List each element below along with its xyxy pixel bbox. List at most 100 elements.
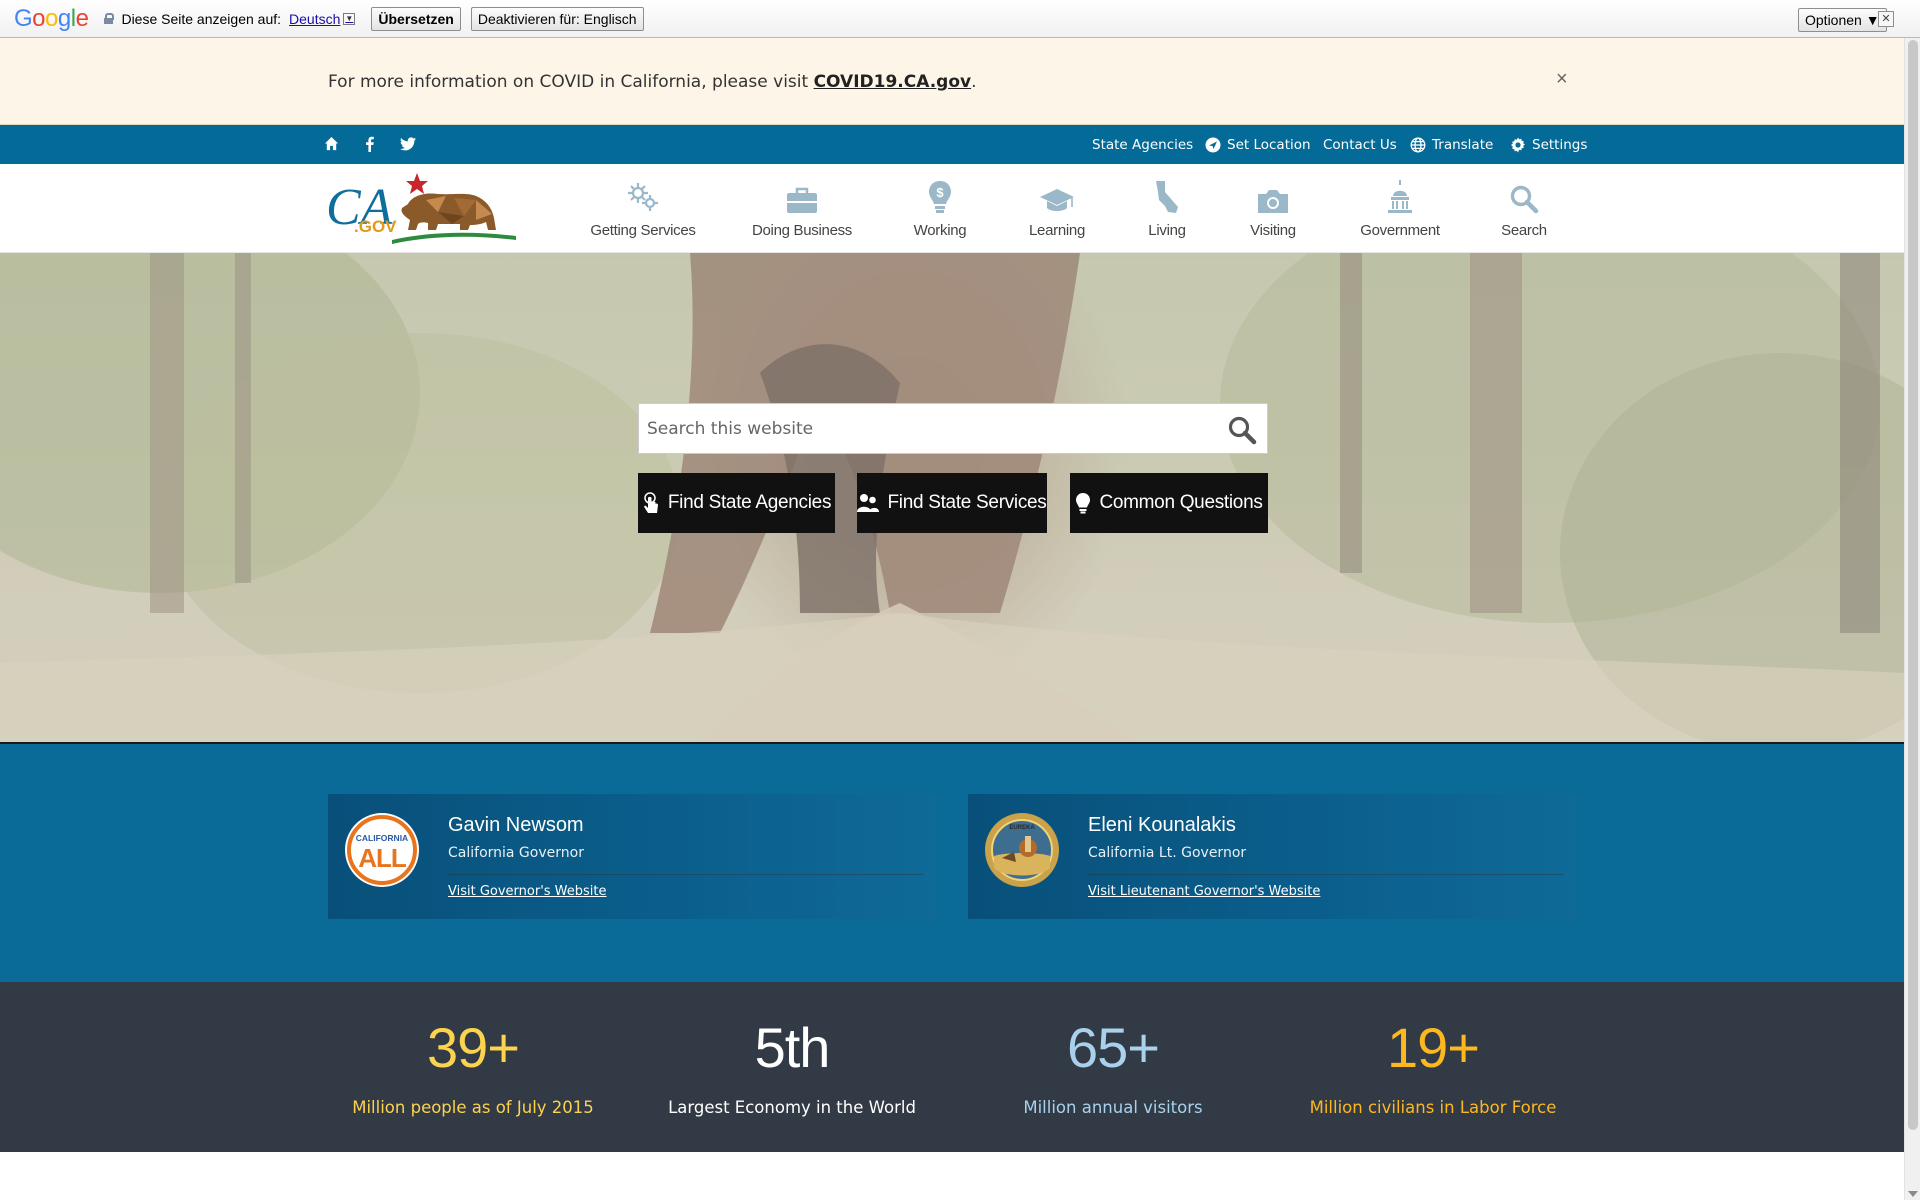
- ca-gov-logo[interactable]: CA .GOV: [326, 170, 516, 244]
- bear-icon: [401, 193, 496, 230]
- nav-label: Living: [1148, 222, 1186, 239]
- seal-text: EUREKA: [1009, 825, 1035, 831]
- alert-text: For more information on COVID in Califor…: [328, 72, 977, 92]
- stat-visitors: 65+ Million annual visitors: [963, 1018, 1263, 1118]
- language-select[interactable]: Deutsch ▼: [289, 10, 356, 27]
- twitter-icon[interactable]: [400, 137, 416, 156]
- translate-link[interactable]: Translate: [1410, 137, 1493, 153]
- close-translate-bar-button[interactable]: ✕: [1878, 11, 1894, 27]
- nav-living[interactable]: Living: [1138, 176, 1196, 239]
- translate-bar: Google Diese Seite anzeigen auf: Deutsch…: [0, 0, 1920, 38]
- translate-label: Translate: [1432, 137, 1494, 153]
- official-name: Gavin Newsom: [448, 814, 584, 836]
- button-label: Find State Services: [887, 492, 1047, 513]
- facebook-icon[interactable]: [365, 136, 374, 157]
- stat-value: 5th: [754, 1016, 831, 1079]
- find-state-agencies-button[interactable]: Find State Agencies: [638, 473, 835, 533]
- stat-description: Million annual visitors: [1023, 1098, 1203, 1117]
- utility-bar: State Agencies Set Location Contact Us T…: [0, 125, 1904, 164]
- location-icon: [1205, 137, 1221, 153]
- language-value: Deutsch: [289, 10, 341, 27]
- scrollbar-thumb[interactable]: [1908, 40, 1918, 1130]
- state-agencies-link[interactable]: State Agencies: [1092, 137, 1193, 153]
- visit-governor-link[interactable]: Visit Governor's Website: [448, 884, 607, 899]
- covid-link[interactable]: COVID19.CA.gov: [814, 72, 972, 92]
- camera-icon: [1258, 190, 1288, 213]
- stat-description: Million people as of July 2015: [352, 1098, 594, 1117]
- badge-main-text: ALL: [358, 843, 407, 873]
- site-search: [638, 403, 1268, 454]
- set-location-link[interactable]: Set Location: [1205, 137, 1311, 153]
- button-label: Find State Agencies: [667, 492, 832, 513]
- stat-description: Million civilians in Labor Force: [1309, 1098, 1557, 1117]
- stat-description: Largest Economy in the World: [668, 1098, 916, 1117]
- stat-economy: 5th Largest Economy in the World: [642, 1016, 942, 1118]
- button-label: Common Questions: [1099, 492, 1263, 513]
- nav-government[interactable]: Government: [1356, 176, 1444, 239]
- find-state-services-button[interactable]: Find State Services: [857, 473, 1047, 533]
- nav-label: Government: [1360, 222, 1440, 239]
- california-seal-logo: EUREKA: [984, 812, 1060, 888]
- california-all-logo: CALIFORNIA ALL: [344, 812, 420, 888]
- stat-population: 39+ Million people as of July 2015: [323, 1016, 623, 1118]
- stat-value: 19+: [1387, 1016, 1480, 1079]
- nav-doing-business[interactable]: Doing Business: [750, 176, 854, 239]
- california-icon: [1156, 181, 1178, 213]
- common-questions-button[interactable]: Common Questions: [1070, 473, 1268, 533]
- lightbulb-icon: [1076, 493, 1091, 514]
- capitol-icon: [1388, 180, 1412, 213]
- nav-getting-services[interactable]: Getting Services: [586, 176, 700, 239]
- logo-gov-text: .GOV: [354, 217, 397, 236]
- chevron-down-icon: ▼: [343, 12, 356, 25]
- officials-section: CALIFORNIA ALL Gavin Newsom California G…: [0, 744, 1904, 982]
- divider: [448, 874, 924, 875]
- deactivate-button[interactable]: Deaktivieren für: Englisch: [470, 6, 644, 31]
- search-icon: [1228, 416, 1257, 445]
- stat-labor-force: 19+ Million civilians in Labor Force: [1283, 1016, 1583, 1118]
- covid-alert-banner: For more information on COVID in Califor…: [0, 38, 1904, 125]
- nav-visiting[interactable]: Visiting: [1240, 176, 1306, 239]
- nav-label: Doing Business: [751, 222, 853, 239]
- visit-lt-governor-link[interactable]: Visit Lieutenant Governor's Website: [1088, 884, 1320, 899]
- alert-suffix: .: [971, 72, 977, 92]
- nav-learning[interactable]: Learning: [1020, 176, 1094, 239]
- settings-label: Settings: [1532, 137, 1588, 153]
- nav-label: Search: [1501, 222, 1547, 239]
- page-scrollbar[interactable]: [1904, 38, 1920, 1200]
- nav-label: Learning: [1029, 222, 1085, 239]
- search-icon: [1510, 185, 1539, 214]
- official-role: California Governor: [448, 845, 584, 861]
- options-button[interactable]: Optionen ▼: [1798, 8, 1887, 32]
- pointer-hand-icon: [644, 492, 658, 513]
- show-page-in-label: Diese Seite anzeigen auf:: [121, 10, 282, 27]
- governor-card: CALIFORNIA ALL Gavin Newsom California G…: [328, 794, 938, 919]
- svg-text:$: $: [936, 185, 944, 200]
- stats-section: 39+ Million people as of July 2015 5th L…: [0, 982, 1904, 1152]
- settings-link[interactable]: Settings: [1510, 137, 1587, 153]
- nav-label: Working: [913, 222, 967, 239]
- set-location-label: Set Location: [1227, 137, 1311, 153]
- search-input[interactable]: [639, 404, 1199, 453]
- home-icon[interactable]: [324, 136, 339, 156]
- site-header: CA .GOV Getting Services Doing Business …: [0, 164, 1904, 253]
- people-icon: [857, 494, 880, 512]
- close-alert-button[interactable]: ×: [1556, 68, 1568, 91]
- nav-search[interactable]: Search: [1496, 176, 1552, 239]
- briefcase-icon: [787, 187, 817, 213]
- badge-top-text: CALIFORNIA: [356, 833, 408, 843]
- gear-icon: [1511, 137, 1525, 153]
- search-submit-button[interactable]: [1227, 415, 1257, 450]
- gears-icon: [628, 183, 658, 211]
- lt-governor-card: EUREKA Eleni Kounalakis California Lt. G…: [968, 794, 1578, 919]
- scroll-down-arrow-icon[interactable]: [1908, 1191, 1918, 1197]
- lock-icon: [104, 13, 115, 24]
- globe-icon: [1410, 137, 1426, 153]
- official-role: California Lt. Governor: [1088, 845, 1247, 861]
- graduation-cap-icon: [1040, 189, 1074, 211]
- nav-working[interactable]: $ Working: [900, 176, 980, 239]
- translate-button[interactable]: Übersetzen: [371, 6, 461, 31]
- stat-value: 39+: [427, 1016, 520, 1079]
- divider: [1088, 874, 1564, 875]
- nav-label: Visiting: [1250, 222, 1296, 239]
- contact-us-link[interactable]: Contact Us: [1323, 137, 1397, 153]
